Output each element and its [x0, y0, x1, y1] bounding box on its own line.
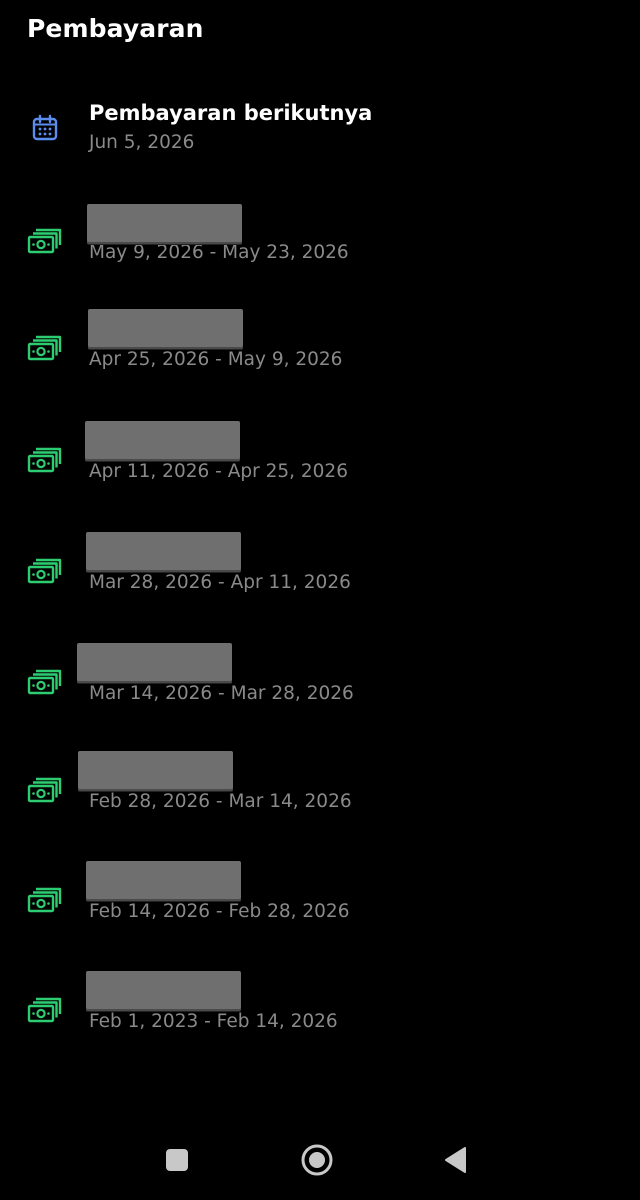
payment-period: Apr 11, 2026 - Apr 25, 2026 — [89, 461, 348, 482]
next-payment-date: Jun 5, 2026 — [89, 132, 195, 153]
money-icon — [26, 880, 64, 918]
page-title: Pembayaran — [27, 14, 204, 43]
payment-row[interactable]: Feb 28, 2026 - Mar 14, 2026 — [0, 749, 640, 821]
money-icon — [26, 221, 64, 259]
next-payment-row[interactable]: Pembayaran berikutnya Jun 5, 2026 — [0, 100, 640, 160]
payment-period: Mar 14, 2026 - Mar 28, 2026 — [89, 683, 354, 704]
payment-row[interactable]: Apr 25, 2026 - May 9, 2026 — [0, 307, 640, 379]
redacted-amount — [88, 309, 243, 349]
payment-period: Apr 25, 2026 - May 9, 2026 — [89, 349, 343, 370]
redacted-amount — [78, 751, 233, 791]
redacted-amount — [87, 204, 242, 244]
payment-row[interactable]: Apr 11, 2026 - Apr 25, 2026 — [0, 419, 640, 491]
recents-icon[interactable] — [155, 1140, 199, 1180]
redacted-amount — [77, 643, 232, 683]
payment-period: Feb 14, 2026 - Feb 28, 2026 — [89, 901, 350, 922]
payment-row[interactable]: Mar 28, 2026 - Apr 11, 2026 — [0, 530, 640, 602]
money-icon — [26, 662, 64, 700]
redacted-amount — [85, 421, 240, 461]
payment-row[interactable]: Mar 14, 2026 - Mar 28, 2026 — [0, 641, 640, 713]
redacted-amount — [86, 532, 241, 572]
payment-row[interactable]: Feb 1, 2023 - Feb 14, 2026 — [0, 969, 640, 1041]
back-icon[interactable] — [434, 1140, 478, 1180]
money-icon — [26, 328, 64, 366]
redacted-amount — [86, 971, 241, 1011]
payment-row[interactable]: Feb 14, 2026 - Feb 28, 2026 — [0, 859, 640, 931]
redacted-amount — [86, 861, 241, 901]
money-icon — [26, 551, 64, 589]
money-icon — [26, 440, 64, 478]
payment-period: Mar 28, 2026 - Apr 11, 2026 — [89, 572, 351, 593]
payment-period: Feb 28, 2026 - Mar 14, 2026 — [89, 791, 352, 812]
money-icon — [26, 770, 64, 808]
next-payment-title: Pembayaran berikutnya — [89, 101, 373, 125]
home-icon[interactable] — [295, 1140, 339, 1180]
payment-period: May 9, 2026 - May 23, 2026 — [89, 242, 349, 263]
system-nav-bar — [0, 1120, 640, 1200]
calendar-icon — [26, 109, 64, 147]
money-icon — [26, 990, 64, 1028]
payment-period: Feb 1, 2023 - Feb 14, 2026 — [89, 1011, 338, 1032]
payment-row[interactable]: May 9, 2026 - May 23, 2026 — [0, 200, 640, 272]
